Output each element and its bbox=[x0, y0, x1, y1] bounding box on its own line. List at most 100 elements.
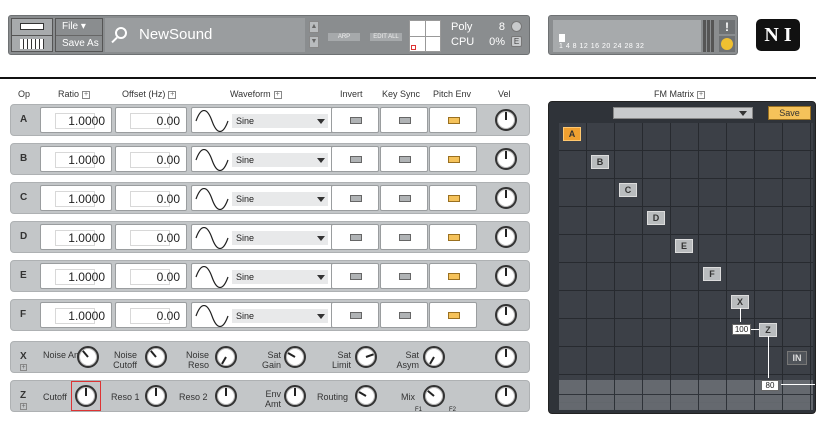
key-sync-toggle[interactable] bbox=[380, 224, 428, 250]
cutoff-knob[interactable] bbox=[75, 385, 97, 407]
sat-gain-knob[interactable] bbox=[284, 346, 306, 368]
offset-field[interactable]: 0.00 bbox=[115, 302, 187, 328]
routing-label: Routing bbox=[317, 392, 349, 402]
offset-field[interactable]: 0.00 bbox=[115, 146, 187, 172]
matrix-cell-in[interactable]: IN bbox=[787, 351, 807, 365]
matrix-cell-b[interactable]: B bbox=[591, 155, 609, 169]
previous-preset-button[interactable]: ▲ bbox=[309, 21, 319, 33]
velocity-knob[interactable] bbox=[495, 226, 517, 248]
e-button[interactable]: E bbox=[511, 36, 522, 47]
ratio-field[interactable]: 1.0000 bbox=[40, 224, 112, 250]
arp-button[interactable]: ARP bbox=[327, 32, 361, 42]
routing-knob[interactable] bbox=[355, 385, 377, 407]
matrix-cell-a[interactable]: A bbox=[563, 127, 581, 141]
expand-icon[interactable]: + bbox=[697, 90, 705, 99]
offset-field[interactable]: 0.00 bbox=[115, 185, 187, 211]
matrix-cell-c[interactable]: C bbox=[619, 183, 637, 197]
column-offset: Offset (Hz) + bbox=[122, 89, 177, 99]
x-vel-knob[interactable] bbox=[495, 346, 517, 368]
reso2-knob[interactable] bbox=[215, 385, 237, 407]
z-vel-knob[interactable] bbox=[495, 385, 517, 407]
waveform-select[interactable]: Sine bbox=[232, 270, 328, 284]
key-sync-toggle[interactable] bbox=[380, 107, 428, 133]
velocity-knob[interactable] bbox=[495, 187, 517, 209]
meter-scale: 1 4 8 12 16 20 24 28 32 bbox=[559, 43, 645, 50]
search-icon[interactable] bbox=[115, 27, 127, 39]
key-sync-toggle[interactable] bbox=[380, 185, 428, 211]
clock-icon[interactable] bbox=[719, 36, 735, 52]
pitch-env-toggle[interactable] bbox=[429, 263, 477, 289]
pitch-env-toggle[interactable] bbox=[429, 146, 477, 172]
pitch-env-toggle[interactable] bbox=[429, 107, 477, 133]
velocity-knob[interactable] bbox=[495, 148, 517, 170]
expand-icon[interactable]: + bbox=[168, 90, 177, 99]
invert-toggle[interactable] bbox=[331, 185, 379, 211]
expand-icon[interactable]: + bbox=[273, 90, 282, 99]
waveform-select[interactable]: Sine bbox=[232, 309, 328, 323]
waveform-select[interactable]: Sine bbox=[232, 153, 328, 167]
sat-limit-knob[interactable] bbox=[355, 346, 377, 368]
invert-toggle[interactable] bbox=[331, 224, 379, 250]
x-to-z-amount[interactable]: 100 bbox=[732, 324, 751, 335]
expand-icon[interactable]: + bbox=[82, 90, 91, 99]
tune-meter[interactable]: 1 4 8 12 16 20 24 28 32 bbox=[553, 20, 701, 52]
invert-toggle[interactable] bbox=[331, 107, 379, 133]
env-amt-knob[interactable] bbox=[284, 385, 306, 407]
matrix-save-button[interactable]: Save bbox=[768, 106, 811, 120]
noise-cutoff-knob[interactable] bbox=[145, 346, 167, 368]
warning-icon[interactable]: ! bbox=[719, 20, 735, 34]
key-sync-toggle[interactable] bbox=[380, 302, 428, 328]
keyboard-view-button[interactable] bbox=[11, 18, 53, 52]
matrix-cell-x[interactable]: X bbox=[731, 295, 749, 309]
pitch-env-toggle[interactable] bbox=[429, 302, 477, 328]
matrix-cell-d[interactable]: D bbox=[647, 211, 665, 225]
sat-asym-knob[interactable] bbox=[423, 346, 445, 368]
invert-toggle[interactable] bbox=[331, 302, 379, 328]
pitch-env-led bbox=[448, 117, 460, 124]
z-output-amount[interactable]: 80 bbox=[761, 380, 779, 391]
invert-toggle[interactable] bbox=[331, 146, 379, 172]
ratio-field[interactable]: 1.0000 bbox=[40, 263, 112, 289]
ratio-field[interactable]: 1.0000 bbox=[40, 107, 112, 133]
noise-reso-knob[interactable] bbox=[215, 346, 237, 368]
key-sync-toggle[interactable] bbox=[380, 263, 428, 289]
matrix-cell-e[interactable]: E bbox=[675, 239, 693, 253]
file-button[interactable]: File ▾ bbox=[56, 19, 102, 36]
pitch-env-led bbox=[448, 312, 460, 319]
poly-value[interactable]: 8 bbox=[499, 20, 505, 35]
header-divider bbox=[0, 77, 816, 79]
view-grid-icon[interactable] bbox=[409, 20, 441, 52]
noise-cutoff-label: Noise Cutoff bbox=[113, 350, 137, 370]
ratio-field[interactable]: 1.0000 bbox=[40, 302, 112, 328]
ratio-field[interactable]: 1.0000 bbox=[40, 146, 112, 172]
offset-field[interactable]: 0.00 bbox=[115, 263, 187, 289]
chevron-down-icon bbox=[317, 119, 325, 124]
invert-toggle[interactable] bbox=[331, 263, 379, 289]
waveform-select[interactable]: Sine bbox=[232, 231, 328, 245]
waveform-box: Sine bbox=[191, 146, 335, 172]
waveform-select[interactable]: Sine bbox=[232, 114, 328, 128]
offset-field[interactable]: 0.00 bbox=[115, 224, 187, 250]
key-sync-toggle[interactable] bbox=[380, 146, 428, 172]
pitch-env-led bbox=[448, 273, 460, 280]
pitch-env-toggle[interactable] bbox=[429, 224, 477, 250]
velocity-knob[interactable] bbox=[495, 304, 517, 326]
offset-field[interactable]: 0.00 bbox=[115, 107, 187, 133]
chevron-down-icon bbox=[739, 111, 747, 116]
velocity-knob[interactable] bbox=[495, 109, 517, 131]
instrument-name[interactable]: NewSound bbox=[139, 26, 212, 43]
save-as-button[interactable]: Save As bbox=[56, 36, 102, 53]
waveform-select[interactable]: Sine bbox=[232, 192, 328, 206]
pitch-env-toggle[interactable] bbox=[429, 185, 477, 211]
reso1-knob[interactable] bbox=[145, 385, 167, 407]
edit-all-button[interactable]: EDIT ALL bbox=[369, 32, 403, 42]
ratio-field[interactable]: 1.0000 bbox=[40, 185, 112, 211]
noise-amp-knob[interactable] bbox=[77, 346, 99, 368]
mix-knob[interactable] bbox=[423, 385, 445, 407]
velocity-knob[interactable] bbox=[495, 265, 517, 287]
purge-icon[interactable] bbox=[511, 21, 522, 32]
matrix-cell-z[interactable]: Z bbox=[759, 323, 777, 337]
next-preset-button[interactable]: ▼ bbox=[309, 36, 319, 48]
matrix-cell-f[interactable]: F bbox=[703, 267, 721, 281]
matrix-preset-select[interactable] bbox=[613, 107, 753, 119]
